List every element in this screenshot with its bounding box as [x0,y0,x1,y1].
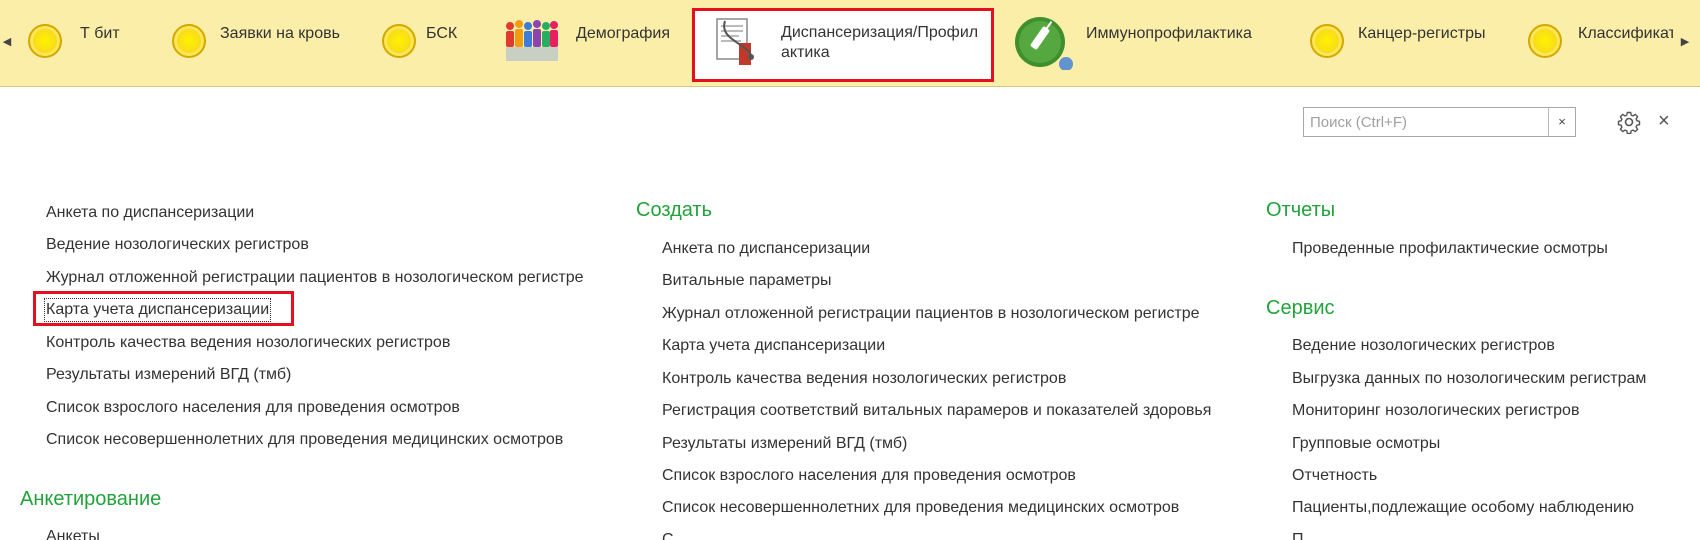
section-tab-label: Диспансеризация/Профил актика [781,24,979,61]
nav-link[interactable]: Выгрузка данных по нозологическим регист… [1292,369,1646,389]
nav-link[interactable]: Проведенные профилактические осмотры [1292,239,1608,259]
section-tab-classifiers[interactable]: Классификат [1518,10,1673,80]
section-tab-label: Т бит [80,25,120,42]
nav-link[interactable]: Пациенты,подлежащие особому наблюдению [1292,498,1634,518]
section-tab-label: Демография [576,25,671,42]
section-tab-label: Заявки на кровь [220,25,340,42]
nav-link[interactable]: Журнал отложенной регистрации пациентов … [662,304,1200,324]
nav-link[interactable]: Регистрация соответствий витальных парам… [662,401,1211,421]
nav-link[interactable]: Анкета по диспансеризации [662,239,870,259]
scroll-right-arrow-icon[interactable]: ▶ [1678,32,1692,52]
nav-link[interactable]: Список взрослого населения для проведени… [662,466,1076,486]
people-icon [502,10,562,70]
nav-link[interactable]: Список взрослого населения для проведени… [46,398,460,418]
section-title-service: Сервис [1266,297,1335,319]
section-title-create: Создать [636,199,713,221]
section-tab-t-bit[interactable]: Т бит [18,10,120,80]
circle-icon [162,10,222,70]
nav-link[interactable]: Результаты измерений ВГД (тмб) [46,365,291,385]
nav-link[interactable]: Мониторинг нозологических регистров [1292,401,1579,421]
nav-link[interactable]: Контроль качества ведения нозологических… [662,369,1066,389]
section-tab-dispensary[interactable]: Диспансеризация/Профил актика [692,8,994,82]
nav-link[interactable]: Ведение нозологических регистров [46,235,309,255]
section-tab-blood-requests[interactable]: Заявки на кровь [162,10,340,80]
section-tab-label: Классификат [1578,25,1673,42]
nav-link[interactable]: Список несовершеннолетних для проведения… [46,430,563,450]
section-tab-immunoprophylaxis[interactable]: Иммунопрофилактика [1014,10,1252,80]
circle-icon [372,10,432,70]
nav-link[interactable]: Журнал отложенной регистрации пациентов … [46,268,584,288]
nav-link[interactable]: Контроль качества ведения нозологических… [46,333,450,353]
nav-link[interactable]: С [662,530,674,540]
section-title-surveys: Анкетирование [20,488,162,510]
section-tab-demography[interactable]: Демография [502,10,670,80]
circle-icon [1518,10,1578,70]
nav-link[interactable]: П [1292,530,1304,540]
section-tab-cancer-registers[interactable]: Канцер-регистры [1300,10,1485,80]
search-input[interactable] [1304,108,1548,136]
section-title-reports: Отчеты [1266,199,1336,221]
section-tab-bsk[interactable]: БСК [372,10,457,80]
nav-link[interactable]: Отчетность [1292,466,1377,486]
circle-icon [1300,10,1360,70]
sections-tabs: Т бит Заявки на кровь БСК Демография Дис… [18,0,1673,87]
nav-link[interactable]: Анкета по диспансеризации [46,203,254,223]
nav-link[interactable]: Групповые осмотры [1292,434,1440,454]
syringe-icon [1014,10,1074,71]
section-tab-label: Канцер-регистры [1358,25,1486,42]
circle-icon [18,10,78,70]
search-field: × [1303,107,1576,137]
section-tab-label: Иммунопрофилактика [1086,25,1252,42]
nav-link[interactable]: Карта учета диспансеризации [662,336,885,356]
nav-link-dispensary-card[interactable]: Карта учета диспансеризации [43,298,272,322]
gear-icon[interactable] [1617,110,1641,135]
close-button[interactable]: × [1658,108,1670,134]
nav-link[interactable]: Анкеты [46,527,100,540]
nav-link[interactable]: Список несовершеннолетних для проведения… [662,498,1179,518]
medical-record-icon [711,15,771,75]
nav-link[interactable]: Результаты измерений ВГД (тмб) [662,434,907,454]
search-clear-button[interactable]: × [1548,108,1575,136]
nav-link[interactable]: Ведение нозологических регистров [1292,336,1555,356]
sections-panel: ◀ Т бит Заявки на кровь БСК Демография Д… [0,0,1700,87]
nav-link[interactable]: Витальные параметры [662,271,831,291]
scroll-left-arrow-icon[interactable]: ◀ [0,32,14,52]
